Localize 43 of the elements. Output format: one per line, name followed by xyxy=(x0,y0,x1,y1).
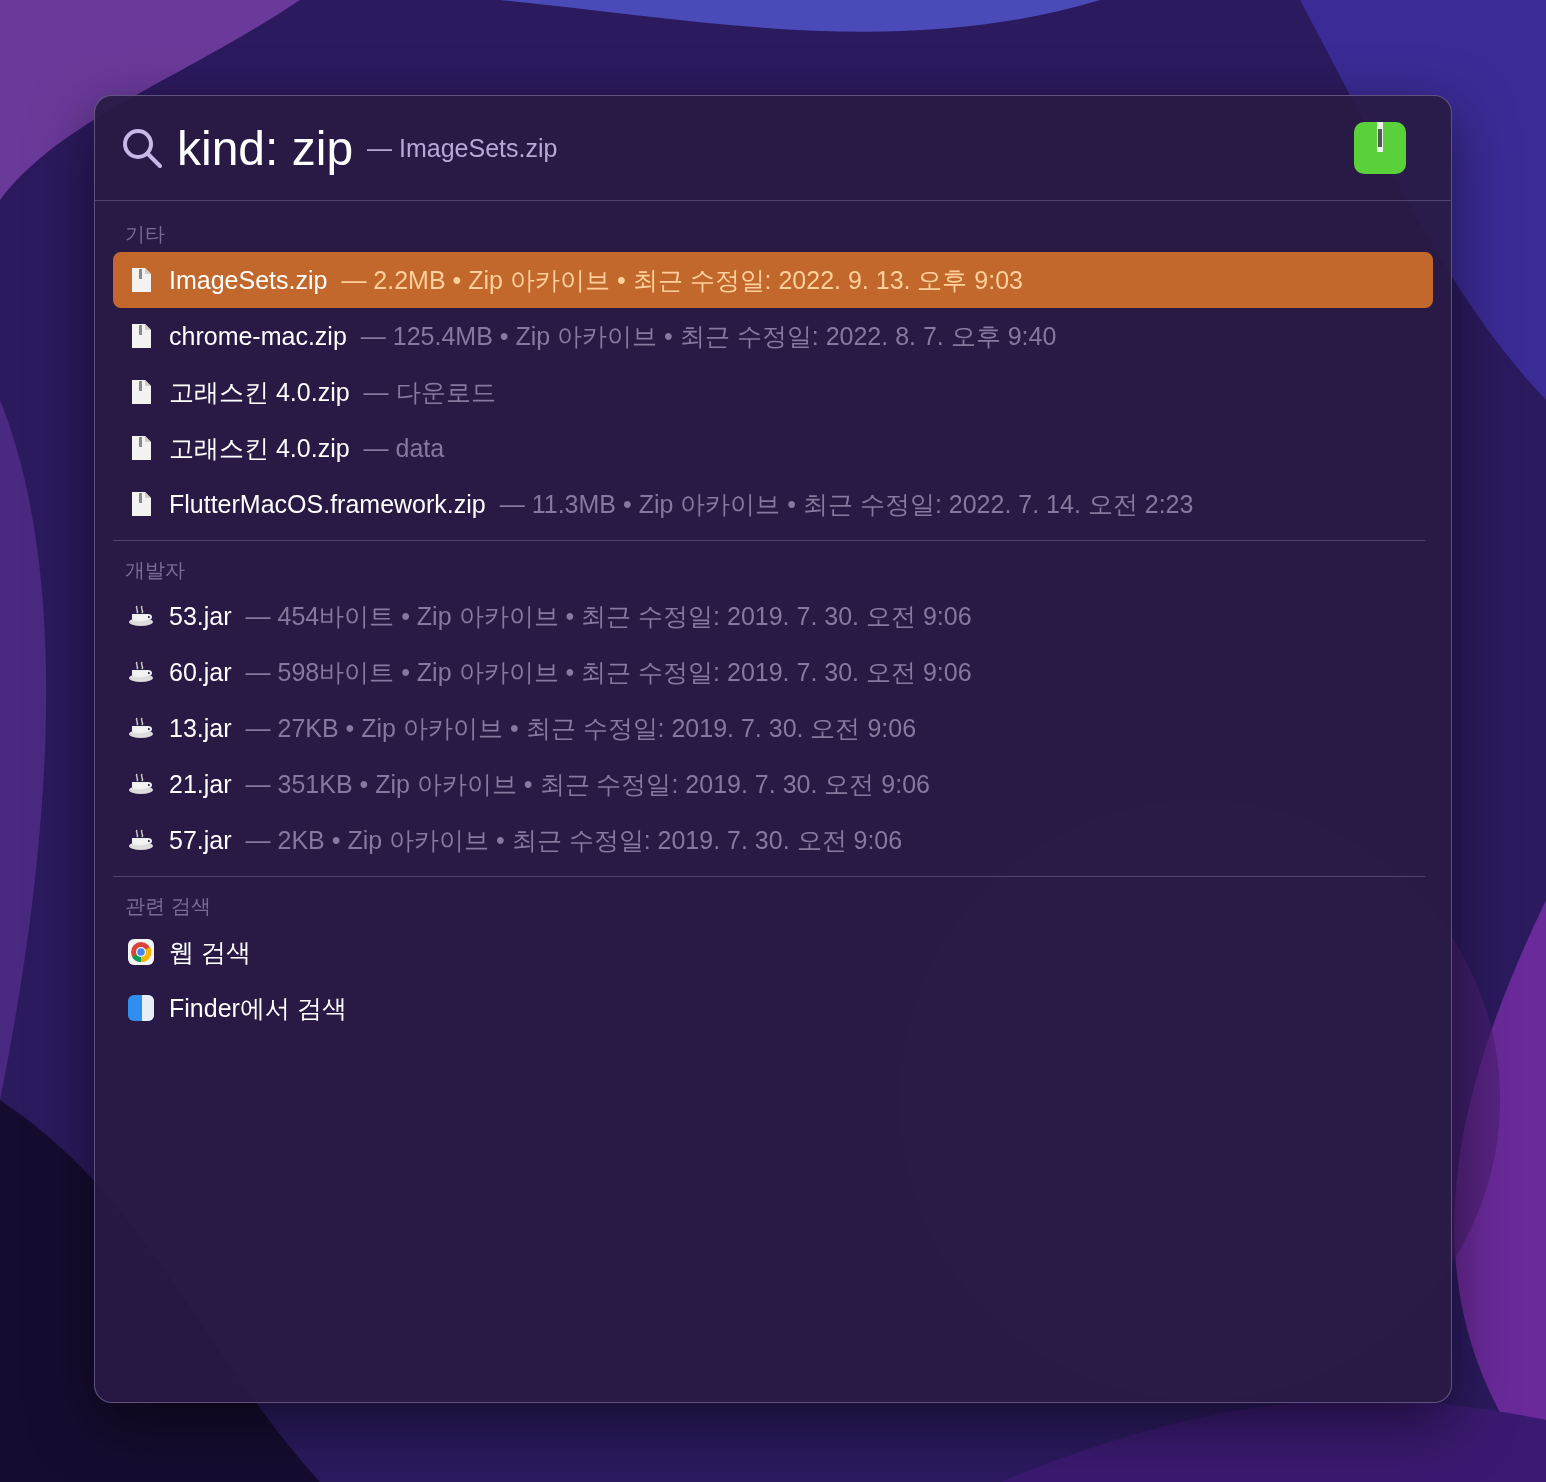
result-detail: — 2.2MB • Zip 아카이브 • 최근 수정일: 2022. 9. 13. 오후 9:03 xyxy=(341,264,1024,296)
result-detail: — 454바이트 • Zip 아카이브 • 최근 수정일: 2019. 7. 30. 오전 9:06 xyxy=(245,600,972,632)
result-name: FlutterMacOS.framework.zip xyxy=(169,489,486,519)
result-item[interactable]: 21.jar — 351KB • Zip 아카이브 • 최근 수정일: 2019. 7. 30. 오전 9:06 xyxy=(113,756,1433,812)
result-item[interactable]: 고래스킨 4.0.zip — data xyxy=(113,420,1433,476)
result-name: 13.jar xyxy=(169,713,232,743)
section-title: 기타 xyxy=(124,222,166,247)
section-title: 개발자 xyxy=(124,558,186,583)
result-name: ImageSets.zip xyxy=(169,265,328,295)
search-hint: — ImageSets.zip xyxy=(367,133,559,163)
result-name: Finder에서 검색 xyxy=(169,992,347,1024)
browser-icon xyxy=(127,938,155,966)
result-detail: — 11.3MB • Zip 아카이브 • 최근 수정일: 2022. 7. 14. 오전 2:23 xyxy=(499,488,1194,520)
result-detail: — 598바이트 • Zip 아카이브 • 최근 수정일: 2019. 7. 30. 오전 9:06 xyxy=(245,656,972,688)
result-name: 57.jar xyxy=(169,825,232,855)
result-detail: — 125.4MB • Zip 아카이브 • 최근 수정일: 2022. 8. 7. 오후 9:40 xyxy=(360,320,1057,352)
result-item[interactable]: 57.jar — 2KB • Zip 아카이브 • 최근 수정일: 2019. 7. 30. 오전 9:06 xyxy=(113,812,1433,868)
result-detail: — 다운로드 xyxy=(363,376,496,408)
result-item[interactable]: ImageSets.zip — 2.2MB • Zip 아카이브 • 최근 수정일: 2022. 9. 13. 오후 9:03 xyxy=(113,252,1433,308)
result-name: 21.jar xyxy=(169,769,232,799)
result-item[interactable]: 고래스킨 4.0.zip — 다운로드 xyxy=(113,364,1433,420)
result-item[interactable]: chrome-mac.zip — 125.4MB • Zip 아카이브 • 최근 수정일: 2022. 8. 7. 오후 9:40 xyxy=(113,308,1433,364)
result-detail: — data xyxy=(363,433,445,463)
result-item[interactable]: 53.jar — 454바이트 • Zip 아카이브 • 최근 수정일: 2019. 7. 30. 오전 9:06 xyxy=(113,588,1433,644)
result-detail: — 27KB • Zip 아카이브 • 최근 수정일: 2019. 7. 30. 오전 9:06 xyxy=(245,712,917,744)
search-query[interactable]: kind: zip xyxy=(177,120,354,176)
finder-icon xyxy=(127,994,155,1022)
result-item[interactable]: 13.jar — 27KB • Zip 아카이브 • 최근 수정일: 2019. 7. 30. 오전 9:06 xyxy=(113,700,1433,756)
result-name: 53.jar xyxy=(169,601,232,631)
result-name: 60.jar xyxy=(169,657,232,687)
result-item[interactable]: 웹 검색 xyxy=(113,924,1433,980)
result-detail: — 351KB • Zip 아카이브 • 최근 수정일: 2019. 7. 30. 오전 9:06 xyxy=(245,768,930,800)
section-title: 관련 검색 xyxy=(124,894,212,919)
search-icon xyxy=(121,127,163,169)
result-item[interactable]: FlutterMacOS.framework.zip — 11.3MB • Zip 아카이브 • 최근 수정일: 2022. 7. 14. 오전 2:23 xyxy=(113,476,1433,532)
result-item[interactable]: Finder에서 검색 xyxy=(113,980,1433,1036)
result-name: 웹 검색 xyxy=(169,936,251,968)
archive-app-icon xyxy=(1353,121,1407,175)
result-item[interactable]: 60.jar — 598바이트 • Zip 아카이브 • 최근 수정일: 2019. 7. 30. 오전 9:06 xyxy=(113,644,1433,700)
result-detail: — 2KB • Zip 아카이브 • 최근 수정일: 2019. 7. 30. 오전 9:06 xyxy=(245,824,903,856)
result-name: 고래스킨 4.0.zip xyxy=(169,376,350,408)
result-name: 고래스킨 4.0.zip xyxy=(169,432,350,464)
result-name: chrome-mac.zip xyxy=(169,321,347,351)
